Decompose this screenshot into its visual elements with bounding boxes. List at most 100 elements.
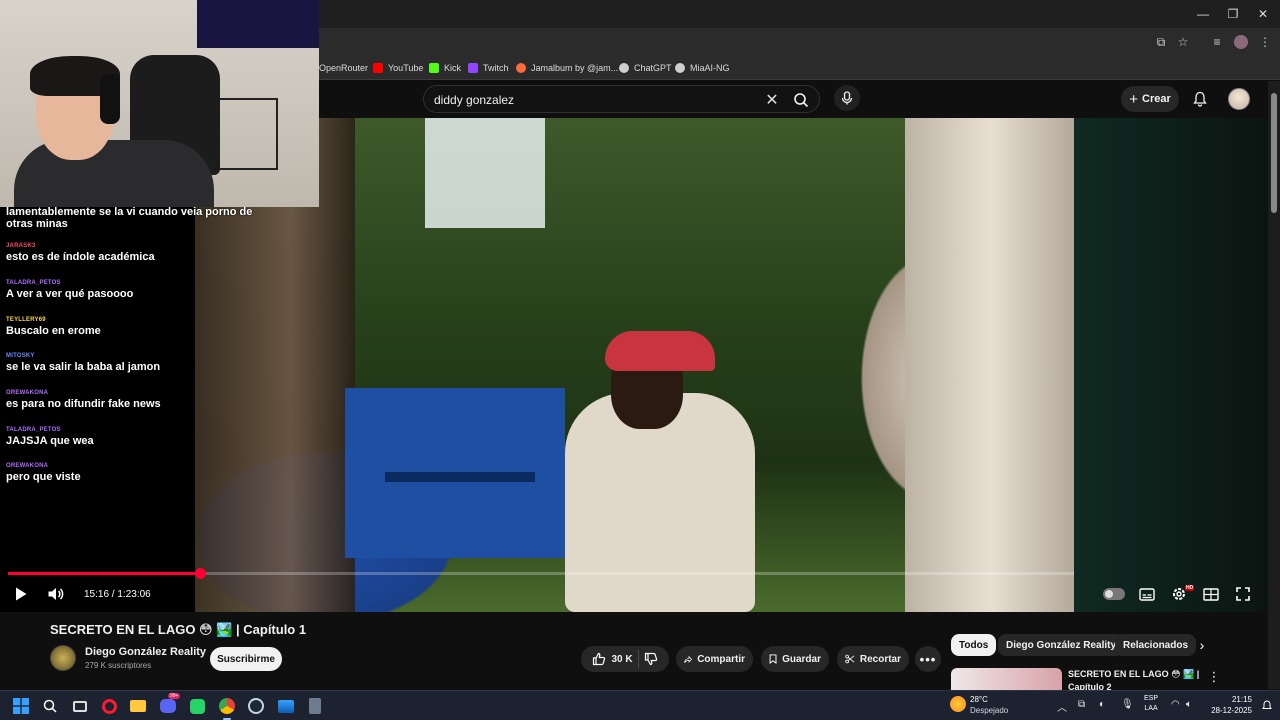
search-box[interactable]: diddy gonzalez ✕ [423,85,820,113]
stream-chat-overlay: lamentablemente se la vi cuando veia por… [0,200,262,500]
system-clock[interactable]: 21:15 28-12-2025 [1208,694,1252,716]
file-explorer-icon[interactable] [128,696,148,716]
task-view-icon[interactable] [70,696,90,716]
chevron-up-icon[interactable]: ︿ [1057,699,1067,714]
tray-app-icon[interactable]: ⧉ [1078,699,1085,710]
microphone-icon[interactable] [834,85,860,111]
chat-username: TEYLLERY69 [6,317,46,323]
share-button[interactable]: Compartir [676,646,753,672]
search-icon[interactable] [788,88,814,112]
dislike-button[interactable] [644,652,658,666]
notifications-bell-icon[interactable] [1189,88,1211,110]
create-label: Crear [1142,93,1171,105]
save-label: Guardar [782,653,821,665]
media-control-icon[interactable]: ≡ [1207,32,1227,52]
jamalbum-icon [516,63,526,73]
chip-all[interactable]: Todos [951,634,997,656]
progress-scrubber[interactable] [195,568,206,579]
related-video-thumbnail[interactable] [951,668,1062,690]
bookmark-label: ChatGPT [634,63,672,73]
windows-start-icon[interactable] [11,696,31,716]
page-scrollbar[interactable] [1268,81,1280,689]
chat-message-text: A ver a ver qué pasoooo [6,288,134,300]
profile-avatar-icon[interactable] [1231,32,1251,52]
video-person [555,283,775,612]
clear-search-icon[interactable]: ✕ [762,90,782,110]
plus-icon: + [1129,90,1138,108]
bookmark-miaai[interactable]: MiaAI-NG [675,60,730,76]
bookmark-kick[interactable]: Kick [429,60,461,76]
bookmark-label: Twitch [483,63,509,73]
streamer-webcam [0,0,319,207]
volume-icon[interactable] [45,584,67,604]
clock-time: 21:15 [1231,695,1252,704]
chrome-icon[interactable] [217,696,237,716]
channel-avatar[interactable] [50,645,76,671]
play-icon[interactable] [10,584,32,604]
search-input[interactable]: diddy gonzalez [434,93,514,107]
language-indicator[interactable]: ESP LAA [1144,694,1158,714]
thumbs-down-icon [644,652,657,666]
kick-icon [429,63,439,73]
steam-icon[interactable] [246,696,266,716]
related-video-title[interactable]: SECRETO EN EL LAGO 😳 🏞️ | [1068,669,1199,680]
calculator-icon[interactable] [305,696,325,716]
chat-message-text: Buscalo en erome [6,325,101,337]
video-title: SECRETO EN EL LAGO 😳 🏞️ | Capítulo 1 [50,622,307,637]
chevron-right-icon[interactable]: › [1191,635,1213,655]
chat-username: OREWAKONA [6,390,49,396]
close-icon[interactable]: ✕ [1248,4,1278,24]
bookmark-youtube[interactable]: YouTube [373,60,423,76]
video-sky [425,118,545,228]
wifi-icon[interactable]: ◠ [1171,699,1180,710]
miniplayer-icon[interactable] [1200,584,1222,604]
search-icon[interactable] [40,696,60,716]
subscribe-button[interactable]: Suscribirme [210,647,282,671]
notification-bell-icon[interactable] [1262,699,1274,713]
create-button[interactable]: + Crear [1121,86,1179,112]
weather-temperature: 28°C [970,695,988,704]
chip-related[interactable]: Relacionados [1115,634,1197,656]
share-icon [684,655,693,663]
photos-icon[interactable] [276,696,296,716]
weather-widget[interactable]: 28°C Despejado [950,694,1060,718]
chat-message: TEYLLERY69 Buscalo en erome [6,317,256,337]
minimize-icon[interactable]: — [1188,4,1218,24]
install-app-icon[interactable]: ⧉ [1151,32,1171,52]
twitch-icon [468,63,478,73]
channel-name[interactable]: Diego González Reality [85,646,206,658]
chat-username: OREWAKONA [6,463,49,469]
bookmark-star-icon[interactable]: ☆ [1173,32,1193,52]
discord-icon[interactable] [158,696,178,716]
bookmark-jamalbum[interactable]: Jamalbum by @jam... [516,60,618,76]
save-button[interactable]: Guardar [761,646,829,672]
chat-message-text: lamentablemente se la vi cuando veia por… [6,206,253,230]
chat-message: lamentablemente se la vi cuando veia por… [6,204,256,230]
bookmark-twitch[interactable]: Twitch [468,60,509,76]
video-frame [195,118,1075,612]
speaker-icon[interactable]: 🔈︎ [1186,699,1192,710]
windows-taskbar: 99+ 28°C Despejado ︿ ⧉ ◐ 🎙︎ ESP LAA ◠ 🔈︎… [0,690,1280,720]
opera-icon[interactable] [99,696,119,716]
chat-message-text: es para no difundir fake news [6,398,161,410]
webcam-background-tv [197,0,319,48]
bookmark-openrouter[interactable]: OpenRouter [319,60,368,76]
clip-button[interactable]: Recortar [837,646,909,672]
weather-description: Despejado [970,706,1009,715]
related-more-icon[interactable]: ⋮ [1203,667,1225,687]
whatsapp-icon[interactable] [187,696,207,716]
tray-sync-icon[interactable]: ◐ [1099,699,1105,710]
like-button[interactable]: 30 K [592,652,633,666]
microphone-icon[interactable]: 🎙︎ [1121,699,1134,710]
chat-username: JARASK3 [6,243,36,249]
subtitles-icon[interactable] [1136,584,1158,604]
autoplay-toggle[interactable] [1103,588,1125,600]
bookmark-chatgpt[interactable]: ChatGPT [619,60,672,76]
browser-menu-icon[interactable]: ⋮ [1255,32,1275,52]
chip-channel[interactable]: Diego González Reality [998,634,1125,656]
account-avatar[interactable] [1228,88,1250,110]
chat-username: TALADRA_PETOS [6,280,61,286]
restore-icon[interactable]: ❐ [1218,4,1248,24]
fullscreen-icon[interactable] [1232,584,1254,604]
more-actions-button[interactable]: ••• [915,646,941,672]
